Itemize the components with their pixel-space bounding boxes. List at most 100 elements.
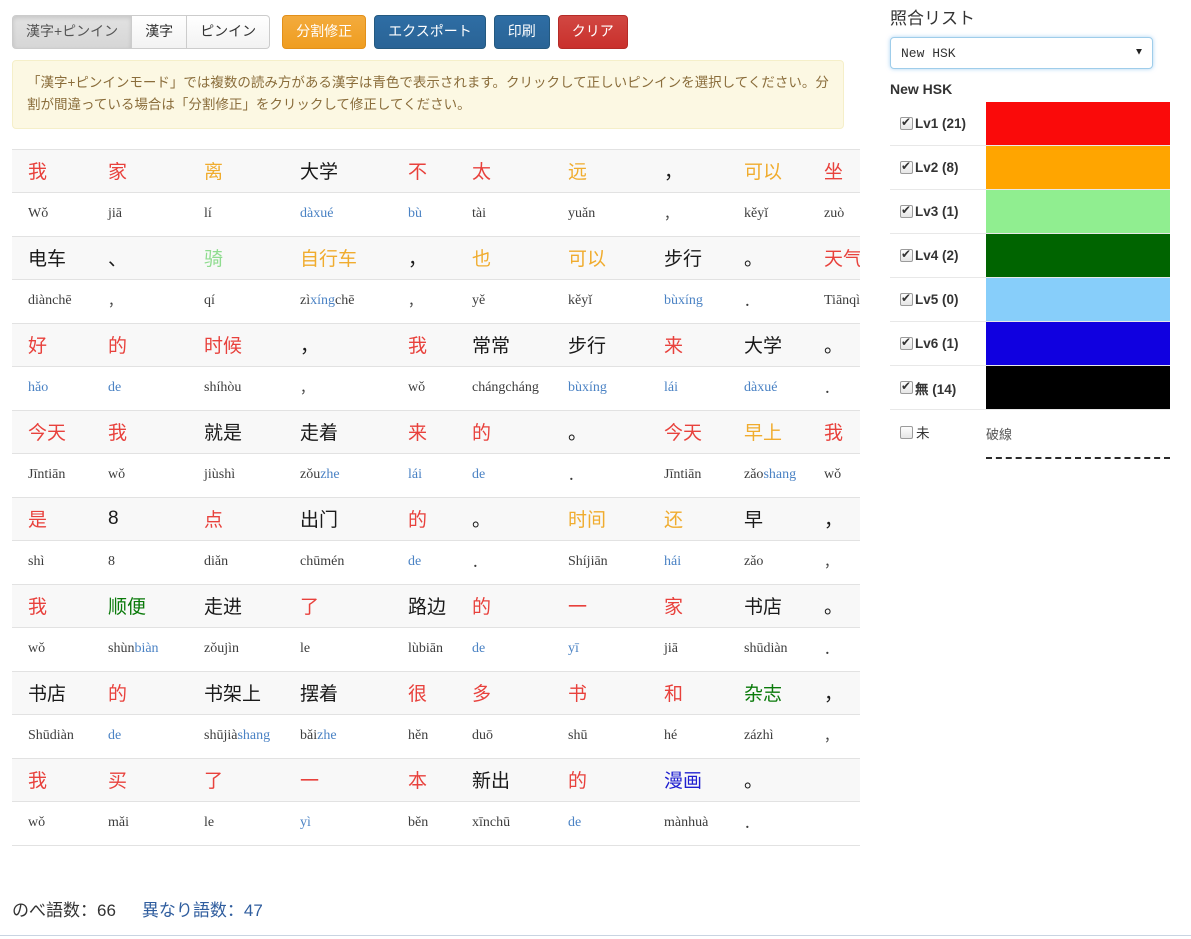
- hanzi-cell[interactable]: 和: [648, 672, 728, 714]
- hanzi-cell[interactable]: 是: [12, 498, 92, 540]
- export-button[interactable]: エクスポート: [374, 15, 486, 49]
- hanzi-cell[interactable]: 坐: [808, 150, 860, 192]
- print-button[interactable]: 印刷: [493, 15, 550, 49]
- hanzi-cell[interactable]: 了: [188, 759, 284, 801]
- pinyin-cell[interactable]: Shíjiān: [552, 541, 648, 584]
- hanzi-cell[interactable]: 早上: [728, 411, 808, 453]
- hanzi-cell[interactable]: 买: [92, 759, 188, 801]
- pinyin-cell[interactable]: shū: [552, 715, 648, 758]
- pinyin-cell[interactable]: shūjià shang: [188, 715, 284, 758]
- pinyin-cell[interactable]: ，: [392, 280, 456, 323]
- pinyin-ambiguous-segment[interactable]: lái: [664, 380, 678, 396]
- pinyin-cell[interactable]: hé: [648, 715, 728, 758]
- hanzi-cell[interactable]: 大学: [284, 150, 392, 192]
- pinyin-cell[interactable]: kěyǐ: [728, 193, 808, 236]
- pinyin-cell[interactable]: wǒ: [12, 628, 92, 671]
- pinyin-cell[interactable]: yī: [552, 628, 648, 671]
- pinyin-cell[interactable]: hěn: [392, 715, 456, 758]
- hanzi-cell[interactable]: 时间: [552, 498, 648, 540]
- split-fix-button[interactable]: 分割修正: [282, 15, 367, 49]
- pinyin-cell[interactable]: ，: [808, 715, 860, 758]
- pinyin-cell[interactable]: yuǎn: [552, 193, 648, 236]
- hanzi-cell[interactable]: 。: [552, 411, 648, 453]
- pinyin-cell[interactable]: Wǒ: [12, 193, 92, 236]
- hanzi-cell[interactable]: 远: [552, 150, 648, 192]
- pinyin-cell[interactable]: de: [456, 628, 552, 671]
- hanzi-cell[interactable]: ，: [648, 150, 728, 192]
- pinyin-ambiguous-segment[interactable]: dàxué: [300, 206, 333, 222]
- hanzi-cell[interactable]: 我: [92, 411, 188, 453]
- hanzi-cell[interactable]: 的: [92, 672, 188, 714]
- hanzi-cell[interactable]: 大学: [728, 324, 808, 366]
- hanzi-cell[interactable]: 我: [392, 324, 456, 366]
- pinyin-cell[interactable]: de: [92, 367, 188, 410]
- pinyin-cell[interactable]: chūmén: [284, 541, 392, 584]
- pinyin-cell[interactable]: zuò: [808, 193, 860, 236]
- pinyin-cell[interactable]: mànhuà: [648, 802, 728, 845]
- hanzi-cell[interactable]: 一: [552, 585, 648, 627]
- hanzi-cell[interactable]: 我: [808, 411, 860, 453]
- hanzi-cell[interactable]: ，: [808, 672, 860, 714]
- pinyin-cell[interactable]: ，: [284, 367, 392, 410]
- hanzi-cell[interactable]: 很: [392, 672, 456, 714]
- pinyin-cell[interactable]: zǎo: [728, 541, 808, 584]
- hanzi-cell[interactable]: 常常: [456, 324, 552, 366]
- hanzi-cell[interactable]: 可以: [552, 237, 648, 279]
- pinyin-cell[interactable]: yě: [456, 280, 552, 323]
- hanzi-cell[interactable]: 电车: [12, 237, 92, 279]
- hanzi-cell[interactable]: 今天: [648, 411, 728, 453]
- pinyin-ambiguous-segment[interactable]: bù: [408, 206, 422, 222]
- pinyin-cell[interactable]: de: [392, 541, 456, 584]
- pinyin-cell[interactable]: Jīntiān: [648, 454, 728, 497]
- hanzi-cell[interactable]: ，: [284, 324, 392, 366]
- hanzi-cell[interactable]: 新出: [456, 759, 552, 801]
- hanzi-cell[interactable]: 顺便: [92, 585, 188, 627]
- pinyin-ambiguous-segment[interactable]: yī: [568, 641, 579, 657]
- pinyin-cell[interactable]: wǒ: [12, 802, 92, 845]
- pinyin-cell[interactable]: [808, 802, 860, 845]
- hanzi-cell[interactable]: 天气: [808, 237, 860, 279]
- hanzi-cell[interactable]: 出门: [284, 498, 392, 540]
- pinyin-ambiguous-segment[interactable]: bùxíng: [568, 380, 607, 396]
- hanzi-cell[interactable]: 书店: [728, 585, 808, 627]
- pinyin-ambiguous-segment[interactable]: hǎo: [28, 380, 48, 396]
- pinyin-cell[interactable]: diànchē: [12, 280, 92, 323]
- pinyin-ambiguous-segment[interactable]: hái: [664, 554, 681, 570]
- pinyin-cell[interactable]: lái: [392, 454, 456, 497]
- hanzi-cell[interactable]: 。: [456, 498, 552, 540]
- hanzi-cell[interactable]: 早: [728, 498, 808, 540]
- hanzi-cell[interactable]: 一: [284, 759, 392, 801]
- pinyin-ambiguous-segment[interactable]: shang: [237, 728, 270, 744]
- pinyin-cell[interactable]: ．: [552, 454, 648, 497]
- pinyin-cell[interactable]: ．: [728, 802, 808, 845]
- pinyin-ambiguous-segment[interactable]: de: [108, 728, 121, 744]
- pinyin-cell[interactable]: jiùshì: [188, 454, 284, 497]
- mode-tab-1[interactable]: 漢字: [132, 15, 188, 49]
- pinyin-cell[interactable]: ．: [728, 280, 808, 323]
- pinyin-ambiguous-segment[interactable]: zhe: [317, 728, 336, 744]
- pinyin-ambiguous-segment[interactable]: lái: [408, 467, 422, 483]
- mode-tab-0[interactable]: 漢字+ピンイン: [12, 15, 133, 49]
- level-checkbox[interactable]: [900, 115, 913, 130]
- pinyin-cell[interactable]: dàxué: [284, 193, 392, 236]
- hanzi-cell[interactable]: 家: [92, 150, 188, 192]
- hanzi-cell[interactable]: 的: [456, 411, 552, 453]
- level-checkbox[interactable]: [900, 159, 913, 174]
- pinyin-cell[interactable]: shūdiàn: [728, 628, 808, 671]
- pinyin-ambiguous-segment[interactable]: yì: [300, 815, 311, 831]
- hanzi-cell[interactable]: 来: [648, 324, 728, 366]
- hanzi-cell[interactable]: 书店: [12, 672, 92, 714]
- hanzi-cell[interactable]: 点: [188, 498, 284, 540]
- pinyin-ambiguous-segment[interactable]: de: [108, 380, 121, 396]
- hanzi-cell[interactable]: 、: [92, 237, 188, 279]
- pinyin-cell[interactable]: jiā: [92, 193, 188, 236]
- hanzi-cell[interactable]: 本: [392, 759, 456, 801]
- pinyin-cell[interactable]: wǒ: [92, 454, 188, 497]
- hanzi-cell[interactable]: 的: [392, 498, 456, 540]
- hanzi-cell[interactable]: 杂志: [728, 672, 808, 714]
- pinyin-ambiguous-segment[interactable]: dàxué: [744, 380, 777, 396]
- pinyin-cell[interactable]: yì: [284, 802, 392, 845]
- pinyin-cell[interactable]: wǒ: [392, 367, 456, 410]
- hanzi-cell[interactable]: 书架上: [188, 672, 284, 714]
- pinyin-cell[interactable]: hái: [648, 541, 728, 584]
